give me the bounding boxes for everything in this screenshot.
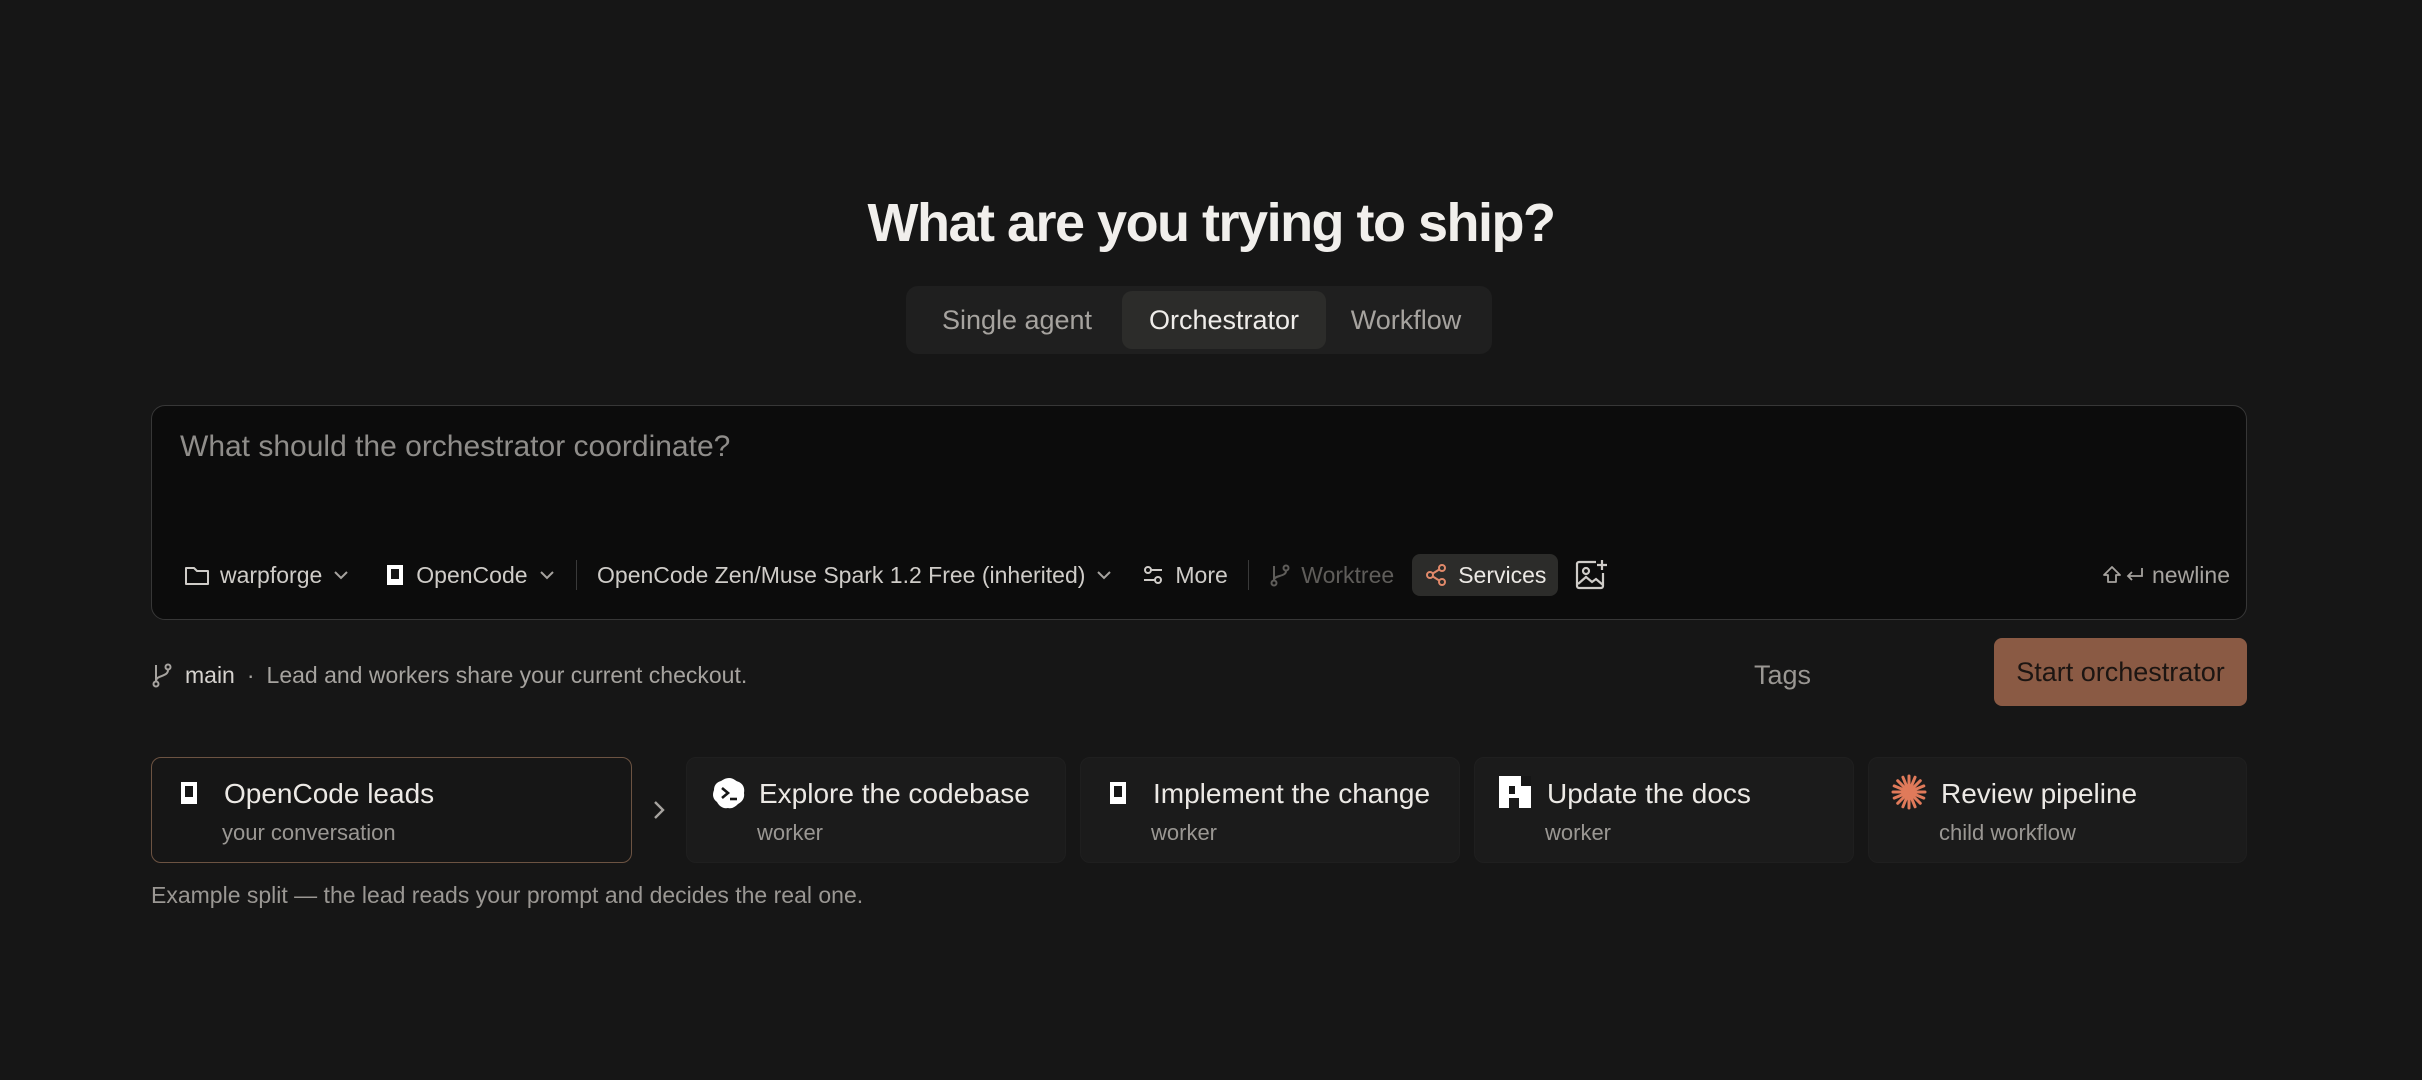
image-add-icon <box>1576 560 1608 590</box>
card-title: Update the docs <box>1547 778 1751 809</box>
pixel-blocks-icon <box>1499 776 1531 808</box>
branch-description: Lead and workers share your current chec… <box>266 661 748 688</box>
card-subtitle: child workflow <box>1939 820 2076 845</box>
tab-orchestrator[interactable]: Orchestrator <box>1122 291 1326 349</box>
page-title: What are you trying to ship? <box>867 193 1556 253</box>
start-orchestrator-button[interactable]: Start orchestrator <box>1994 638 2247 706</box>
split-footnote: Example split — the lead reads your prom… <box>151 882 864 908</box>
newline-label: newline <box>2152 561 2230 588</box>
services-label: Services <box>1458 561 1547 588</box>
project-selector[interactable]: warpforge <box>178 554 356 596</box>
worker-card-docs[interactable]: Update the docs worker <box>1474 757 1854 863</box>
toolbar-divider <box>1247 560 1250 590</box>
card-subtitle: worker <box>757 820 824 845</box>
branch-name: main <box>185 661 235 688</box>
chevron-down-icon <box>1097 571 1112 580</box>
card-subtitle: worker <box>1151 820 1218 845</box>
git-branch-icon <box>1270 564 1290 587</box>
card-title: Explore the codebase <box>759 778 1030 809</box>
card-title: Review pipeline <box>1941 778 2138 809</box>
card-subtitle: your conversation <box>222 820 396 845</box>
worktree-label: Worktree <box>1301 561 1395 588</box>
opencode-icon <box>387 565 404 585</box>
tags-button[interactable]: Tags <box>1754 655 1811 695</box>
folder-icon <box>185 567 209 585</box>
worker-card-implement[interactable]: Implement the change worker <box>1080 757 1460 863</box>
prompt-toolbar: warpforge OpenCode OpenCode Zen/Muse Spa… <box>178 552 2230 598</box>
shift-enter-icon <box>2103 566 2143 583</box>
terminal-blob-icon <box>713 778 745 809</box>
card-subtitle: worker <box>1545 820 1612 845</box>
agent-selector[interactable]: OpenCode <box>378 554 561 596</box>
toolbar-divider <box>575 560 578 590</box>
branch-separator: · <box>246 661 255 688</box>
git-branch-icon <box>152 663 172 688</box>
tab-single-agent[interactable]: Single agent <box>912 291 1122 349</box>
model-selector[interactable]: OpenCode Zen/Muse Spark 1.2 Free (inheri… <box>591 554 1119 596</box>
opencode-icon <box>181 782 197 804</box>
attach-image-button[interactable] <box>1568 554 1614 596</box>
prompt-input[interactable] <box>178 428 2222 492</box>
branch-info: main · Lead and workers share your curre… <box>151 655 747 695</box>
chevron-down-icon <box>334 571 348 580</box>
prompt-box: warpforge OpenCode OpenCode Zen/Muse Spa… <box>151 405 2247 620</box>
chevron-right-icon <box>654 801 665 819</box>
services-button[interactable]: Services <box>1412 554 1559 596</box>
more-button[interactable]: More <box>1135 554 1233 596</box>
sliders-icon <box>1144 566 1163 584</box>
opencode-icon <box>1110 782 1126 804</box>
card-title: Implement the change <box>1153 778 1431 809</box>
newline-hint: newline <box>2102 562 2230 589</box>
worker-card-explore[interactable]: Explore the codebase worker <box>686 757 1066 863</box>
model-label: OpenCode Zen/Muse Spark 1.2 Free (inheri… <box>597 561 1086 588</box>
project-label: warpforge <box>220 561 323 588</box>
worktree-toggle[interactable]: Worktree <box>1263 554 1400 596</box>
card-title: OpenCode leads <box>224 778 435 809</box>
child-workflow-card-review[interactable]: Review pipeline child workflow <box>1868 757 2247 863</box>
agent-label: OpenCode <box>416 561 528 588</box>
tab-workflow[interactable]: Workflow <box>1326 291 1486 349</box>
more-label: More <box>1175 561 1228 588</box>
chevron-down-icon <box>539 571 554 580</box>
lead-card[interactable]: OpenCode leads your conversation <box>151 757 632 863</box>
mode-switch: Single agent Orchestrator Workflow <box>906 286 1492 354</box>
share-nodes-icon <box>1426 564 1447 586</box>
starburst-icon <box>1891 774 1927 810</box>
